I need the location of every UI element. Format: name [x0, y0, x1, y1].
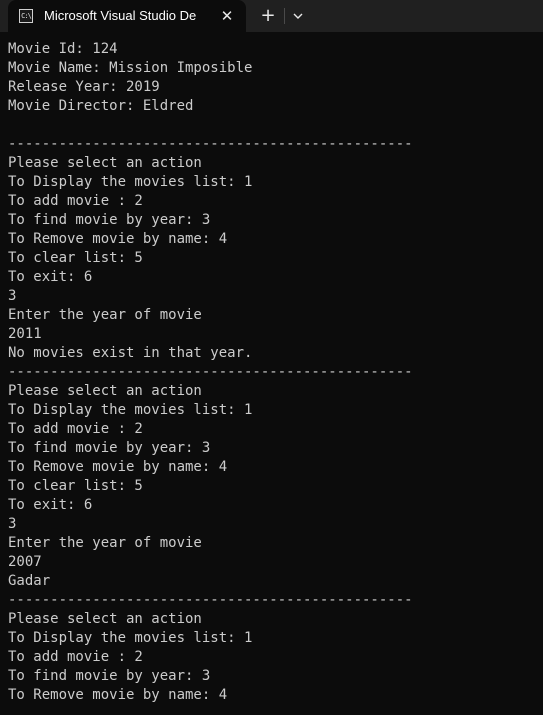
- terminal-line: To add movie : 2: [8, 421, 143, 437]
- tab-bar: C:\ Microsoft Visual Studio Debug Consol…: [0, 0, 543, 32]
- terminal-line: To Remove movie by name: 4: [8, 687, 228, 703]
- terminal-line: To find movie by year: 3: [8, 440, 211, 456]
- terminal-line: 2011: [8, 326, 42, 342]
- terminal-line: To find movie by year: 3: [8, 668, 211, 684]
- terminal-line: To clear list: 5: [8, 250, 143, 266]
- terminal-line: To exit: 6: [8, 269, 93, 285]
- terminal-line: Please select an action: [8, 155, 202, 171]
- terminal-line: Please select an action: [8, 383, 202, 399]
- terminal-line: No movies exist in that year.: [8, 345, 253, 361]
- terminal-line: 3: [8, 288, 17, 304]
- terminal-line: Please select an action: [8, 611, 202, 627]
- terminal-line: To Display the movies list: 1: [8, 630, 253, 646]
- terminal-line: To Display the movies list: 1: [8, 402, 253, 418]
- tab-debug-console[interactable]: C:\ Microsoft Visual Studio Debug Consol…: [8, 0, 246, 32]
- terminal-line: To add movie : 2: [8, 649, 143, 665]
- terminal-line: To Remove movie by name: 4: [8, 459, 228, 475]
- tab-title: Microsoft Visual Studio Debug Console: [44, 8, 196, 23]
- terminal-line: Movie Name: Mission Imposible: [8, 60, 253, 76]
- tab-divider: [284, 8, 285, 24]
- terminal-line: ----------------------------------------…: [8, 592, 413, 608]
- terminal-line: Movie Director: Eldred: [8, 98, 194, 114]
- terminal-line: 2007: [8, 554, 42, 570]
- terminal-line: ----------------------------------------…: [8, 136, 413, 152]
- terminal-line: Enter the year of movie: [8, 535, 202, 551]
- terminal-line: Release Year: 2019: [8, 79, 160, 95]
- console-window: C:\ Microsoft Visual Studio Debug Consol…: [0, 0, 543, 715]
- terminal-line: To find movie by year: 3: [8, 212, 211, 228]
- terminal-line: To add movie : 2: [8, 193, 143, 209]
- console-icon: C:\: [19, 9, 33, 23]
- terminal-line: To clear list: 5: [8, 478, 143, 494]
- terminal-line: To Remove movie by name: 4: [8, 231, 228, 247]
- terminal-line: Enter the year of movie: [8, 307, 202, 323]
- terminal-line: Gadar: [8, 573, 51, 589]
- terminal-line: To Display the movies list: 1: [8, 174, 253, 190]
- terminal-line: 3: [8, 516, 17, 532]
- terminal-line: ----------------------------------------…: [8, 364, 413, 380]
- terminal-line: Movie Id: 124: [8, 41, 118, 57]
- close-icon[interactable]: ✕: [218, 7, 236, 25]
- terminal-line: To exit: 6: [8, 497, 93, 513]
- terminal-output[interactable]: Movie Id: 124 Movie Name: Mission Imposib…: [8, 40, 538, 712]
- chevron-down-icon[interactable]: [290, 8, 306, 24]
- plus-icon[interactable]: +: [258, 6, 278, 26]
